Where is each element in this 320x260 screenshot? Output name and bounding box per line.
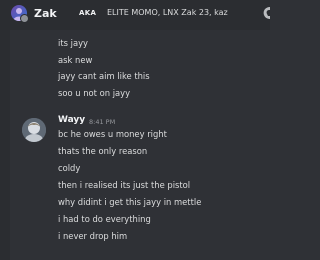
header-user-name[interactable]: Zak — [34, 7, 57, 20]
message-line: why didint i get this jayy in mettle — [58, 197, 202, 207]
message-line: then i realised its just the pistol — [58, 180, 191, 190]
message-line: i had to do everything — [58, 214, 151, 224]
channel-list-edge — [0, 30, 10, 260]
message-line: thats the only reason — [58, 146, 148, 156]
message-line: its jayy — [58, 38, 89, 48]
server-tag: AKA — [79, 9, 97, 17]
message-line: bc he owes u money right — [58, 129, 167, 139]
chat-header: Zak AKA ELITE MOMO, LNX Zak 23, kaz — [0, 0, 270, 30]
message-line: coldy — [58, 163, 81, 173]
message-line: ask new — [58, 55, 93, 65]
message-line: soo u not on jayy — [58, 88, 131, 98]
message-line: i never drop him — [58, 231, 128, 241]
message-timestamp: 8:41 PM — [89, 118, 116, 126]
message-line: jayy cant aim like this — [58, 71, 150, 81]
phone-call-icon[interactable] — [261, 6, 271, 20]
author-avatar[interactable] — [22, 118, 46, 142]
group-members[interactable]: ELITE MOMO, LNX Zak 23, kaz — [107, 8, 228, 17]
author-name[interactable]: Wayy — [58, 115, 85, 125]
status-indicator — [20, 14, 29, 23]
user-avatar-icon — [22, 118, 46, 142]
